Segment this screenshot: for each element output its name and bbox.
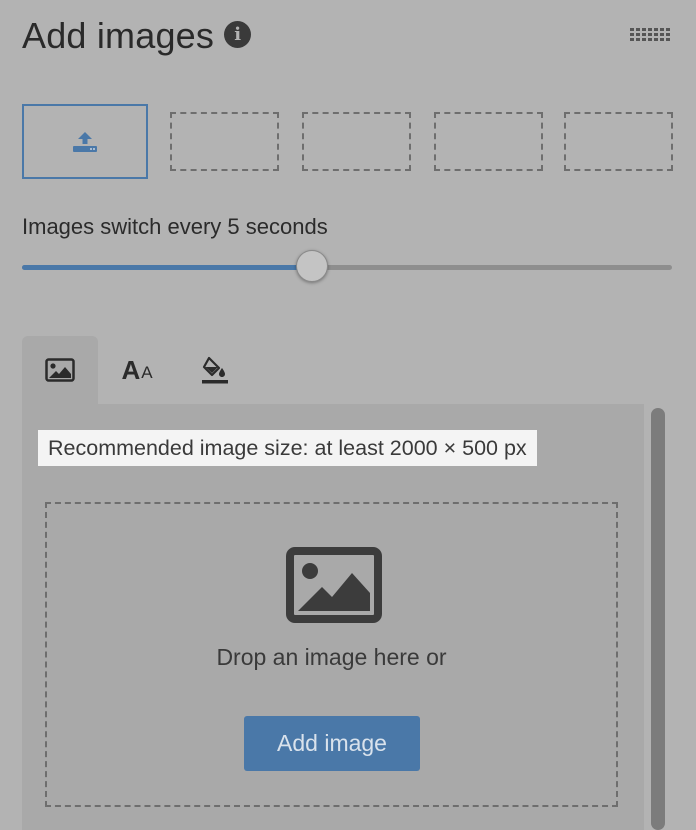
header: Add images i <box>22 12 252 60</box>
tab-image[interactable] <box>22 336 98 404</box>
text-size-icon-large: A <box>121 354 141 385</box>
panel-scrollbar[interactable] <box>651 408 665 830</box>
drag-grid-icon[interactable] <box>630 28 672 44</box>
text-size-icon-small: A <box>141 363 153 382</box>
tab-bar: AA <box>22 336 672 404</box>
slider-thumb[interactable] <box>295 250 328 282</box>
image-placeholder-icon <box>286 547 382 623</box>
dropzone-text: Drop an image here or <box>216 644 447 670</box>
recommended-size-note: Recommended image size: at least 2000 × … <box>38 430 537 466</box>
tab-text[interactable]: AA <box>104 336 170 404</box>
upload-icon <box>73 131 97 152</box>
image-slot-3[interactable] <box>302 112 411 171</box>
tab-fill[interactable] <box>182 336 248 404</box>
paint-bucket-icon <box>202 356 228 384</box>
add-image-button[interactable]: Add image <box>244 716 420 771</box>
slider-label: Images switch every 5 seconds <box>22 214 328 239</box>
slider-fill <box>22 265 312 270</box>
interval-slider[interactable] <box>22 250 672 284</box>
image-slot-2[interactable] <box>170 112 279 171</box>
page-title: Add images <box>22 15 215 56</box>
upload-slot[interactable] <box>22 104 148 179</box>
image-slot-5[interactable] <box>564 112 673 171</box>
image-icon <box>45 358 75 382</box>
image-dropzone[interactable]: Drop an image here or Add image <box>45 502 618 807</box>
info-icon[interactable]: i <box>224 20 252 48</box>
image-slot-4[interactable] <box>434 112 543 171</box>
